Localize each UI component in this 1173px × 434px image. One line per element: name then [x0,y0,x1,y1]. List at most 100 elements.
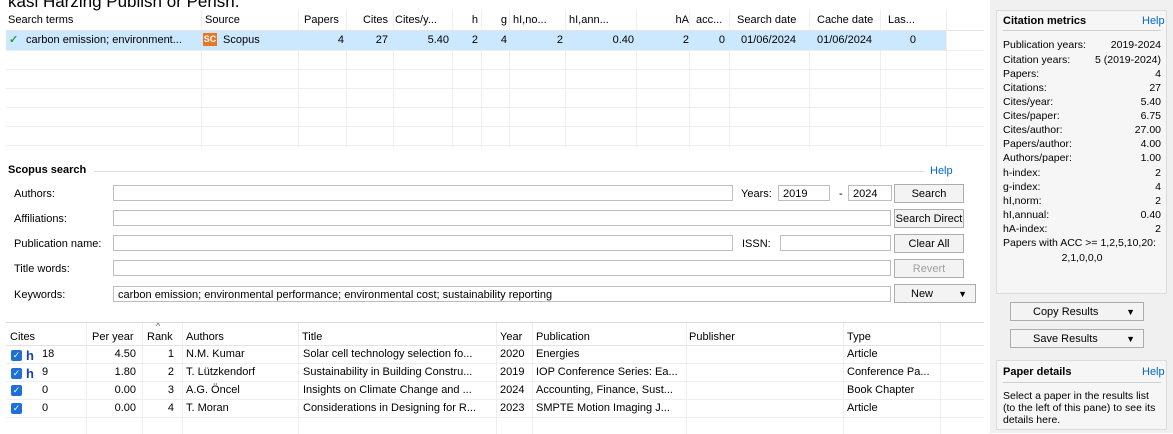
paper-details-help-link[interactable]: Help [1142,366,1165,378]
paper-type: Book Chapter [847,384,915,396]
publication-name-input[interactable] [113,235,733,251]
pcol-type[interactable]: Type [847,331,871,343]
paper-details-title: Paper details [1003,366,1072,378]
paper-cites: 0 [42,384,49,396]
col-ha[interactable]: hA [669,14,689,26]
pcol-year[interactable]: Year [500,331,522,343]
keywords-label: Keywords: [14,289,66,301]
pcol-publisher[interactable]: Publisher [689,331,735,343]
g-cell: 4 [500,34,507,46]
paper-authors: A.G. Öncel [186,384,240,396]
col-search-date[interactable]: Search date [737,14,796,26]
paper-checkbox[interactable]: ✓ h [11,348,34,363]
clear-all-button[interactable]: Clear All [894,234,964,253]
col-g[interactable]: g [487,14,507,26]
dropdown-arrow-icon: ▼ [1126,307,1135,317]
col-h[interactable]: h [458,14,478,26]
search-button[interactable]: Search [894,184,964,203]
pcol-publication[interactable]: Publication [536,331,590,343]
cites-per-year-cell: 5.40 [427,34,449,46]
metric-row: Cites/paper: 6.75 [1003,110,1161,122]
pcol-per-year[interactable]: Per year [92,331,134,343]
paper-checkbox[interactable]: ✓ [11,384,22,396]
pcol-title[interactable]: Title [302,331,322,343]
main-area: Search terms Source Papers Cites Cites/y… [0,0,990,434]
checkmark-icon: ✓ [9,34,19,46]
issn-input[interactable] [780,235,891,251]
metric-row: Cites/year: 5.40 [1003,96,1161,108]
col-source[interactable]: Source [205,14,240,26]
paper-row[interactable]: ✓ 0 0.00 3 A.G. Öncel Insights on Climat… [6,382,984,400]
cites-cell: 27 [375,34,388,46]
scopus-help-link[interactable]: Help [930,165,953,177]
papers-table: ^ Cites Per year Rank Authors Title Year… [6,321,984,434]
pcol-cites[interactable]: Cites [10,331,35,343]
metric-row: h-index: 2 [1003,167,1161,179]
paper-per-year: 0.00 [114,384,136,396]
metric-row: hI,annual: 0.40 [1003,209,1161,221]
col-cites[interactable]: Cites [352,14,388,26]
metrics-help-link[interactable]: Help [1142,15,1165,27]
paper-year: 2023 [500,402,525,414]
col-acc[interactable]: acc... [696,14,722,26]
col-hi-norm[interactable]: hI,no... [513,14,547,26]
paper-authors: T. Lützkendorf [186,366,256,378]
revert-button[interactable]: Revert [894,259,964,278]
search-direct-button[interactable]: Search Direct [894,209,964,228]
papers-cell: 4 [337,34,344,46]
years-label: Years: [741,188,772,200]
year-to-input[interactable]: 2024 [848,185,892,201]
metric-row: hI,norm: 2 [1003,195,1161,207]
paper-per-year: 0.00 [114,402,136,414]
paper-publication: Accounting, Finance, Sust... [536,384,673,396]
paper-checkbox[interactable]: ✓ h [11,366,34,381]
paper-publication: SMPTE Motion Imaging J... [536,402,670,414]
source-cell: Scopus [223,34,260,46]
paper-cites: 0 [42,402,49,414]
h-core-marker: h [26,348,34,363]
h-core-marker: h [26,366,34,381]
col-hi-annual[interactable]: hI,ann... [569,14,609,26]
paper-row[interactable]: ✓ h 18 4.50 1 N.M. Kumar Solar cell techn… [6,346,984,364]
col-cache-date[interactable]: Cache date [817,14,873,26]
new-dropdown-button[interactable]: New ▼ [894,284,976,303]
publication-name-label: Publication name: [14,238,102,250]
new-label: New [911,288,934,300]
pcol-rank[interactable]: Rank [147,331,173,343]
metric-row: Publication years: 2019-2024 [1003,39,1161,51]
paper-rank: 2 [167,366,174,378]
paper-type: Conference Pa... [847,366,930,378]
right-pane: Citation metrics Help Publication years:… [990,0,1173,433]
keywords-input[interactable]: carbon emission; environmental performan… [113,286,891,302]
title-words-input[interactable] [113,260,891,276]
authors-input[interactable] [113,185,733,201]
paper-cites: 9 [42,366,49,378]
save-results-label: Save Results [1033,333,1098,345]
metric-row: g-index: 4 [1003,181,1161,193]
col-last[interactable]: Las... [888,14,915,26]
scopus-source-icon: SC [203,33,217,46]
sort-asc-icon: ^ [156,321,161,331]
save-results-button[interactable]: Save Results ▼ [1010,329,1144,348]
year-from-input[interactable]: 2019 [778,185,830,201]
metric-row: Citation years: 5 (2019-2024) [1003,54,1161,66]
col-search-terms[interactable]: Search terms [8,14,73,26]
paper-title: Insights on Climate Change and ... [303,384,472,396]
paper-row[interactable]: ✓ h 9 1.80 2 T. Lützkendorf Sustainabilit… [6,364,984,382]
affiliations-input[interactable] [113,210,891,226]
paper-rank: 3 [167,384,174,396]
issn-label: ISSN: [742,238,771,250]
paper-title: Sustainability in Building Constru... [303,366,473,378]
pcol-authors[interactable]: Authors [186,331,224,343]
paper-checkbox[interactable]: ✓ [11,402,22,414]
scopus-search-panel: Scopus search Help Authors: Years: 2019 … [6,160,984,310]
results-list: ✓ carbon emission; environment... SC Sco… [6,30,984,148]
col-cites-per-year[interactable]: Cites/y... [395,14,437,26]
col-papers[interactable]: Papers [304,14,339,26]
copy-results-button[interactable]: Copy Results ▼ [1010,302,1144,321]
metric-row: Papers: 4 [1003,68,1161,80]
paper-year: 2020 [500,348,525,360]
paper-rank: 4 [167,402,174,414]
paper-type: Article [847,402,878,414]
paper-row[interactable]: ✓ 0 0.00 4 T. Moran Considerations in De… [6,400,984,418]
